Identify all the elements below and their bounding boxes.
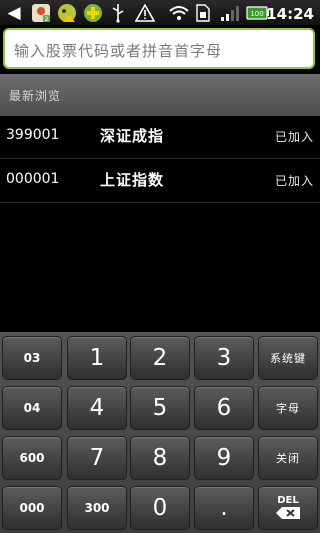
delete-key-content: DEL <box>275 496 301 520</box>
delete-key-label: DEL <box>277 495 299 506</box>
clock-time: 14:24 <box>266 4 314 23</box>
warning-icon <box>134 2 156 23</box>
wifi-icon <box>167 2 191 23</box>
key-dot[interactable]: . <box>194 486 254 530</box>
key-2[interactable]: 2 <box>130 336 190 380</box>
stock-added-status[interactable]: 已加入 <box>275 172 314 189</box>
stock-code: 000001 <box>6 171 60 187</box>
stock-code: 399001 <box>6 127 60 143</box>
app-plus-icon <box>82 2 104 23</box>
key-600[interactable]: 600 <box>2 436 62 480</box>
key-4[interactable]: 4 <box>67 386 127 430</box>
key-1[interactable]: 1 <box>67 336 127 380</box>
close-keyboard-key[interactable]: 关闭 <box>258 436 318 480</box>
app-badge-count: 2 <box>45 16 49 23</box>
stock-name: 上证指数 <box>100 171 165 189</box>
key-6[interactable]: 6 <box>194 386 254 430</box>
app-notification-icon: 2 <box>30 2 52 23</box>
app-warning-icon <box>56 2 78 23</box>
key-5[interactable]: 5 <box>130 386 190 430</box>
status-bar: ◀ 2 100 14:24 <box>0 0 320 26</box>
battery-level: 100 <box>250 10 263 18</box>
key-0[interactable]: 0 <box>130 486 190 530</box>
key-300[interactable]: 300 <box>67 486 127 530</box>
key-9[interactable]: 9 <box>194 436 254 480</box>
signal-icon <box>219 2 241 23</box>
back-arrow-icon[interactable]: ◀ <box>2 2 26 23</box>
key-04[interactable]: 04 <box>2 386 62 430</box>
letters-key[interactable]: 字母 <box>258 386 318 430</box>
recent-section-header: 最新浏览 <box>0 74 320 116</box>
sim-icon <box>193 2 213 23</box>
key-8[interactable]: 8 <box>130 436 190 480</box>
delete-key[interactable]: DEL <box>258 486 318 530</box>
key-000[interactable]: 000 <box>2 486 62 530</box>
key-7[interactable]: 7 <box>67 436 127 480</box>
search-placeholder: 输入股票代码或者拼音首字母 <box>14 42 223 60</box>
backspace-icon <box>276 507 300 519</box>
search-bar: 输入股票代码或者拼音首字母 <box>0 25 320 74</box>
key-3[interactable]: 3 <box>194 336 254 380</box>
stock-row[interactable]: 000001 上证指数 已加入 <box>0 158 320 203</box>
stock-name: 深证成指 <box>100 127 165 145</box>
recent-title: 最新浏览 <box>9 89 62 103</box>
search-input[interactable]: 输入股票代码或者拼音首字母 <box>3 28 315 69</box>
system-keyboard-key[interactable]: 系统键 <box>258 336 318 380</box>
key-03[interactable]: 03 <box>2 336 62 380</box>
stock-added-status[interactable]: 已加入 <box>275 128 314 145</box>
stock-row[interactable]: 399001 深证成指 已加入 <box>0 114 320 159</box>
usb-icon <box>108 2 128 23</box>
numeric-keyboard: 03 1 2 3 系统键 04 4 5 6 字母 600 7 8 9 关闭 00… <box>0 332 320 533</box>
